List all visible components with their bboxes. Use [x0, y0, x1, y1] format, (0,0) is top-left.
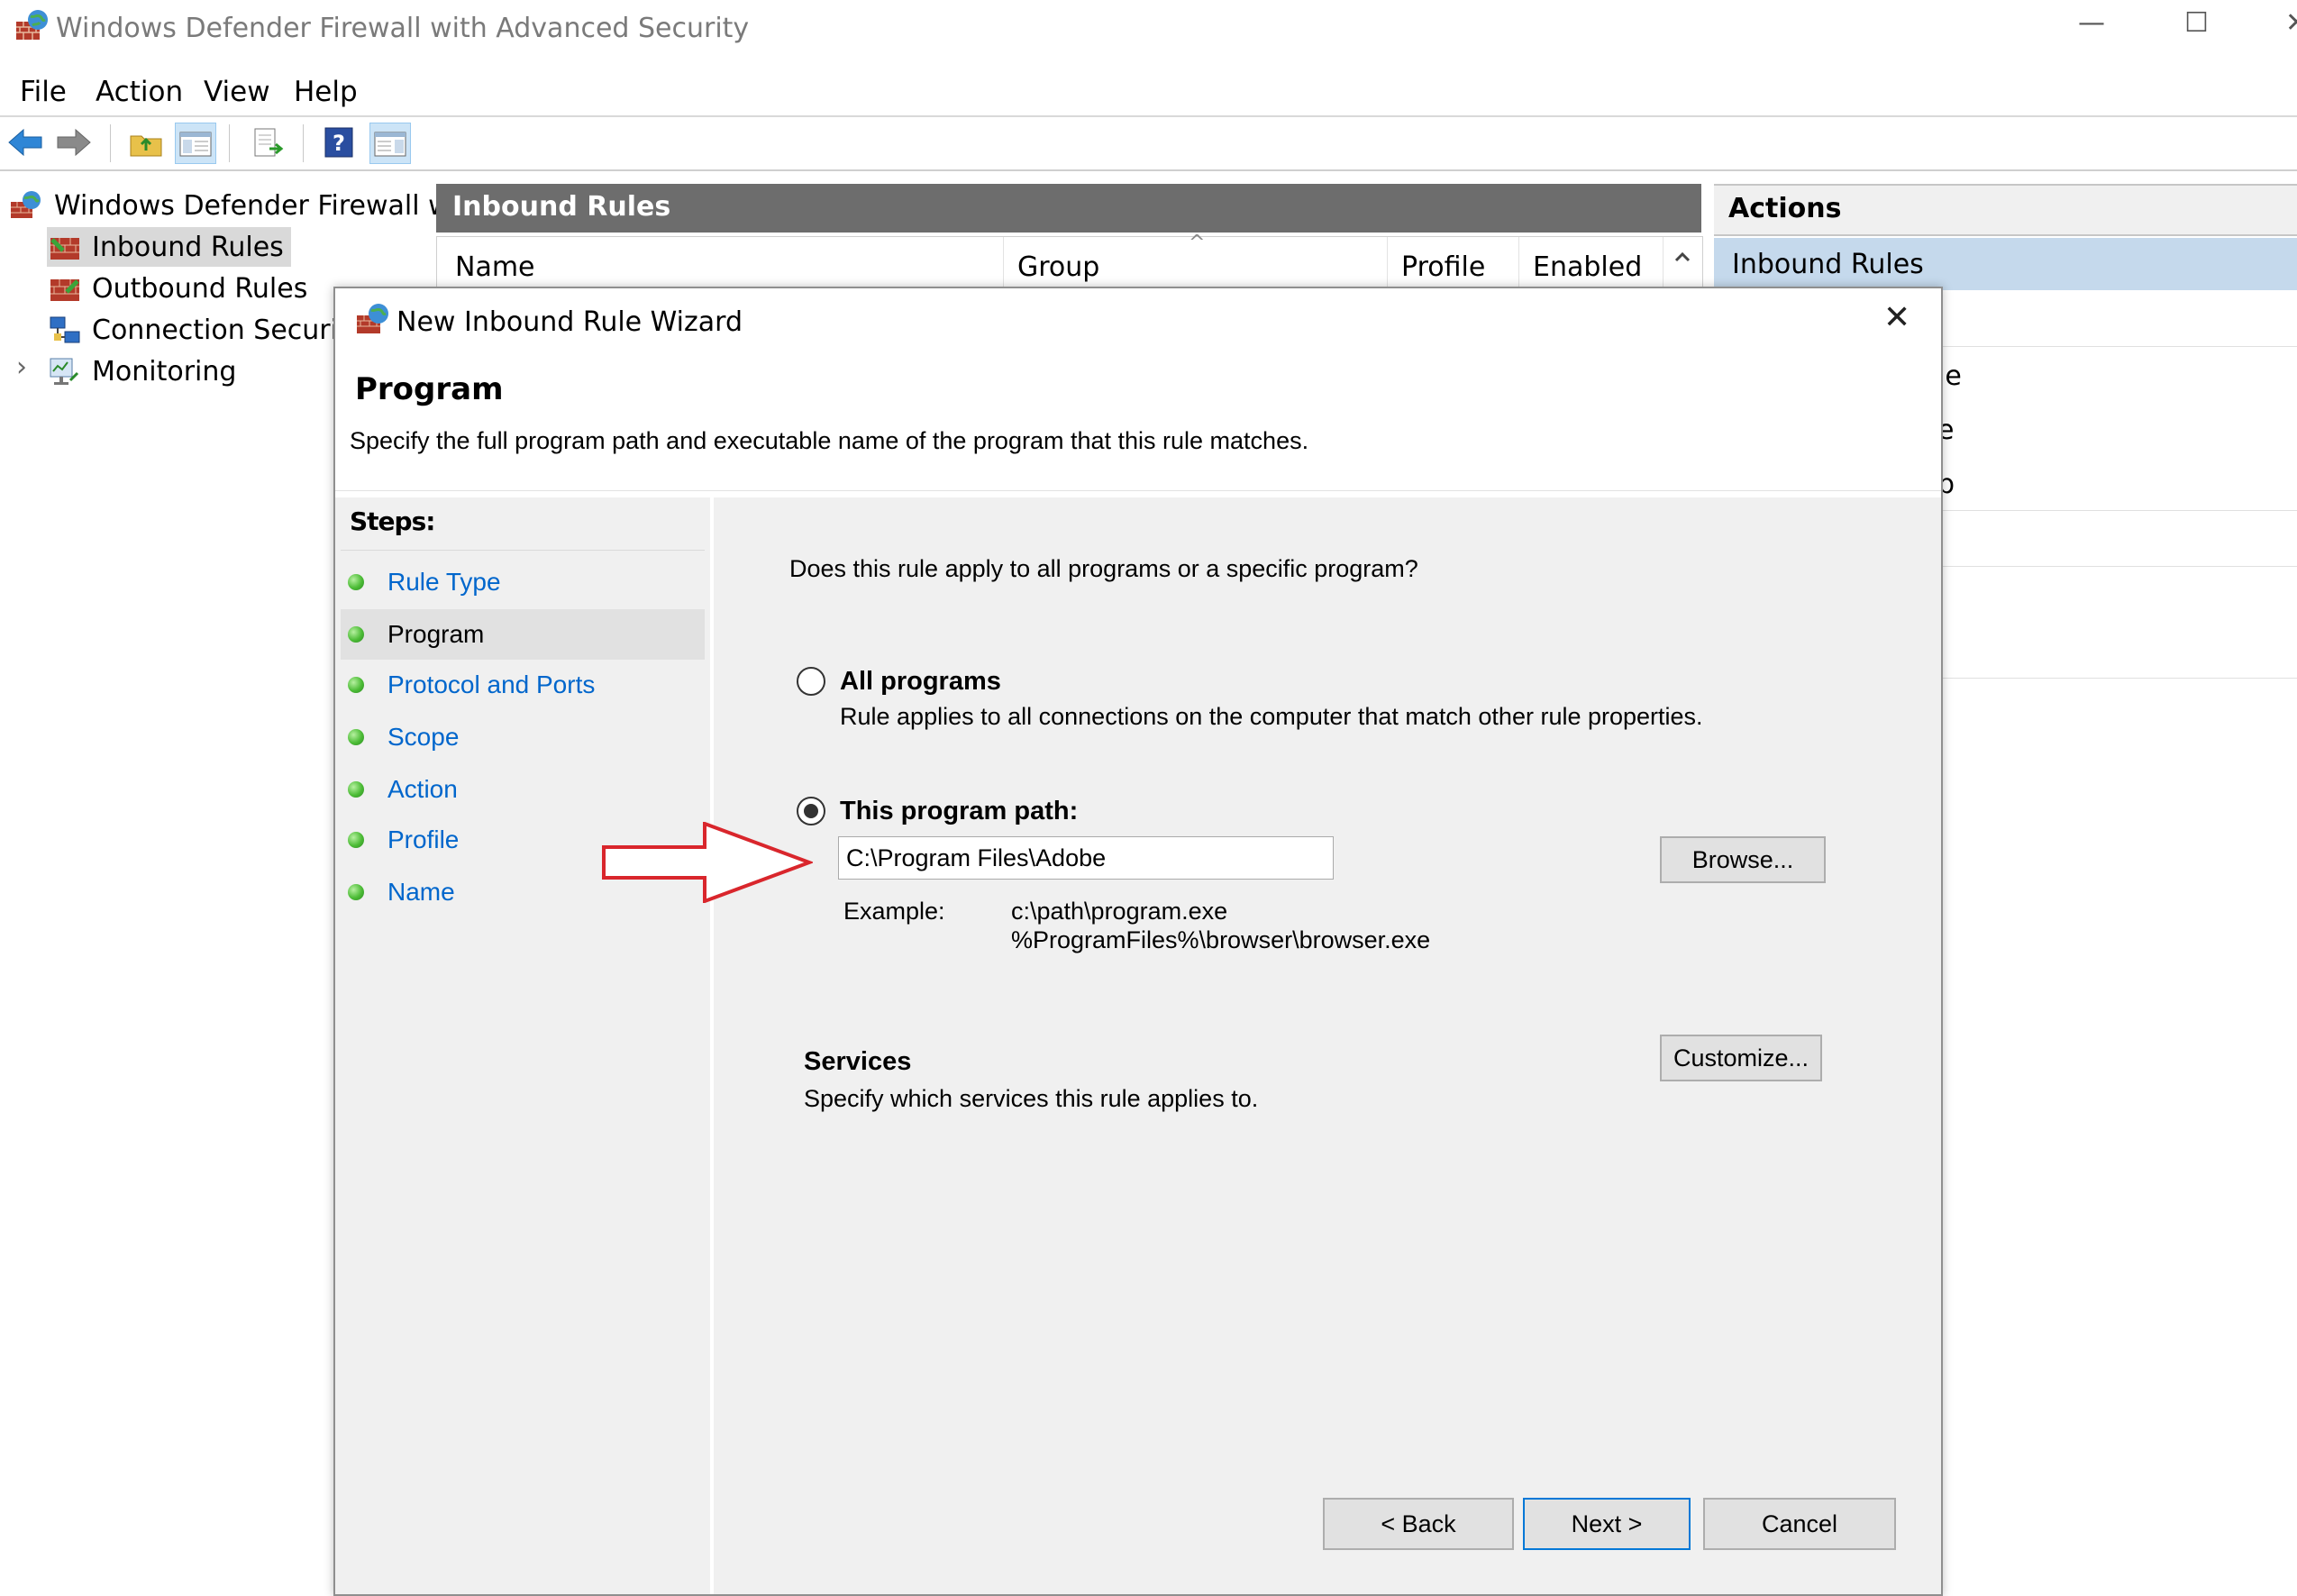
- all-programs-radio[interactable]: [797, 667, 825, 696]
- minimize-button[interactable]: —: [2078, 7, 2105, 39]
- back-button[interactable]: < Back: [1323, 1498, 1514, 1550]
- menu-view[interactable]: View: [204, 76, 270, 108]
- tree-root-label: Windows Defender Firewall with: [54, 189, 486, 222]
- sort-indicator-icon: ^: [1189, 232, 1206, 254]
- firewall-app-icon: [14, 7, 50, 47]
- new-inbound-rule-wizard-dialog: New Inbound Rule Wizard ✕ Program Specif…: [333, 287, 1943, 1596]
- center-panel-title: Inbound Rules: [452, 191, 671, 223]
- page-title: Program: [355, 371, 504, 407]
- header-divider: [335, 490, 1941, 491]
- actions-group-label: Inbound Rules: [1732, 249, 1924, 280]
- up-folder-icon[interactable]: [126, 123, 166, 162]
- step-protocol-and-ports[interactable]: Protocol and Ports: [341, 660, 705, 710]
- step-label: Protocol and Ports: [387, 670, 596, 698]
- tree-item-label: Inbound Rules: [92, 231, 284, 263]
- connection-security-icon: [47, 314, 83, 346]
- menu-action[interactable]: Action: [96, 76, 183, 108]
- step-label: Rule Type: [387, 568, 501, 596]
- program-question: Does this rule apply to all programs or …: [789, 555, 1418, 582]
- scroll-up-icon[interactable]: [1672, 246, 1693, 271]
- step-action[interactable]: Action: [341, 764, 705, 815]
- dialog-close-button[interactable]: ✕: [1883, 299, 1910, 336]
- menu-file[interactable]: File: [20, 76, 67, 108]
- show-hide-action-pane-icon[interactable]: [369, 123, 411, 164]
- tree-item-outbound-rules[interactable]: Outbound Rules: [47, 269, 307, 308]
- column-name[interactable]: Name: [455, 251, 535, 283]
- steps-title: Steps:: [350, 506, 435, 536]
- step-label: Name: [387, 878, 455, 906]
- outbound-rules-icon: [47, 272, 83, 305]
- red-arrow-annotation-icon: [602, 821, 815, 907]
- back-arrow-icon[interactable]: [5, 123, 45, 162]
- next-button[interactable]: Next >: [1523, 1498, 1691, 1550]
- tree-root[interactable]: Windows Defender Firewall with: [9, 186, 486, 225]
- tree-item-label: Monitoring: [92, 355, 237, 388]
- step-status-dot-icon: [348, 884, 364, 900]
- all-programs-label[interactable]: All programs: [840, 667, 1001, 697]
- page-description: Specify the full program path and execut…: [350, 427, 1309, 454]
- help-icon[interactable]: ?: [319, 123, 359, 162]
- program-path-input[interactable]: C:\Program Files\Adobe: [838, 836, 1334, 880]
- export-list-icon[interactable]: [249, 123, 288, 162]
- services-title: Services: [804, 1047, 912, 1076]
- menu-help[interactable]: Help: [294, 76, 358, 108]
- step-status-dot-icon: [348, 729, 364, 745]
- show-hide-tree-icon[interactable]: [175, 123, 216, 164]
- step-label: Scope: [387, 723, 460, 751]
- step-label: Program: [387, 620, 485, 648]
- column-enabled[interactable]: Enabled: [1533, 251, 1642, 283]
- customize-button[interactable]: Customize...: [1660, 1035, 1822, 1081]
- step-scope[interactable]: Scope: [341, 712, 705, 762]
- column-profile[interactable]: Profile: [1401, 251, 1485, 283]
- step-rule-type[interactable]: Rule Type: [341, 557, 705, 607]
- steps-divider: [341, 550, 705, 551]
- all-programs-description: Rule applies to all connections on the c…: [840, 703, 1703, 730]
- step-status-dot-icon: [348, 626, 364, 643]
- step-label: Profile: [387, 825, 460, 853]
- dialog-title: New Inbound Rule Wizard: [397, 306, 743, 338]
- cancel-button[interactable]: Cancel: [1703, 1498, 1896, 1550]
- column-header-row: Name Group ^ Profile Enabled: [436, 232, 1703, 290]
- firewall-globe-icon: [9, 189, 45, 222]
- forward-arrow-icon[interactable]: [54, 123, 94, 162]
- tree-item-monitoring[interactable]: Monitoring: [47, 351, 236, 391]
- dialog-firewall-icon: [355, 301, 391, 341]
- window-title: Windows Defender Firewall with Advanced …: [56, 13, 750, 44]
- tree-item-label: Outbound Rules: [92, 272, 308, 305]
- expand-chevron-icon[interactable]: ›: [16, 351, 27, 383]
- actions-panel-title: Actions: [1728, 193, 1842, 224]
- svg-text:?: ?: [333, 131, 345, 156]
- step-status-dot-icon: [348, 574, 364, 590]
- toolbar: ?: [0, 117, 2297, 171]
- maximize-button[interactable]: ☐: [2184, 7, 2209, 39]
- step-status-dot-icon: [348, 781, 364, 798]
- column-group[interactable]: Group: [1017, 251, 1099, 283]
- title-bar: Windows Defender Firewall with Advanced …: [0, 0, 2297, 63]
- example-label: Example:: [843, 898, 945, 925]
- close-button[interactable]: ✕: [2285, 7, 2297, 39]
- step-status-dot-icon: [348, 832, 364, 848]
- step-program[interactable]: Program: [341, 609, 705, 660]
- services-description: Specify which services this rule applies…: [804, 1085, 1259, 1112]
- inbound-rules-icon: [47, 231, 83, 263]
- example-path-1: c:\path\program.exe: [1011, 898, 1228, 925]
- menu-bar: File Action View Help: [0, 68, 2297, 117]
- this-program-path-label[interactable]: This program path:: [840, 797, 1078, 826]
- example-path-2: %ProgramFiles%\browser\browser.exe: [1011, 926, 1431, 953]
- step-label: Action: [387, 775, 458, 803]
- monitoring-icon: [47, 355, 83, 388]
- step-status-dot-icon: [348, 677, 364, 693]
- browse-button[interactable]: Browse...: [1660, 836, 1826, 883]
- tree-item-inbound-rules[interactable]: Inbound Rules: [47, 227, 291, 267]
